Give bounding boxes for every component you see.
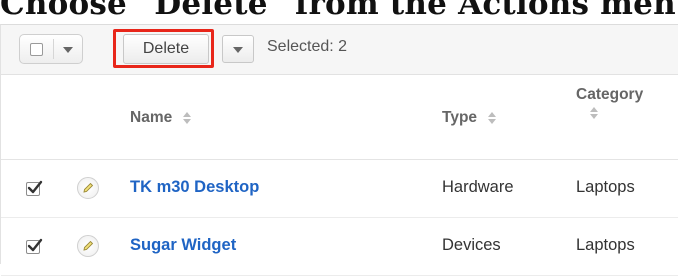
- table-row: TK m30 Desktop Hardware Laptops: [1, 160, 678, 218]
- table-row: Sugar Widget Devices Laptops: [1, 218, 678, 276]
- chevron-down-icon[interactable]: [63, 47, 73, 53]
- actions-toolbar: Delete Selected: 2: [1, 25, 678, 75]
- selected-count: Selected: 2: [267, 38, 348, 55]
- sort-icon[interactable]: [182, 111, 192, 124]
- chevron-down-icon: [233, 47, 243, 53]
- checkmark-icon: [27, 180, 43, 194]
- edit-pencil-icon[interactable]: [77, 177, 99, 199]
- sort-icon[interactable]: [589, 107, 599, 119]
- list-view-panel: Delete Selected: 2 Name Type Category TK…: [0, 24, 678, 276]
- column-header-type[interactable]: Type: [442, 109, 497, 127]
- column-label: Category: [576, 86, 644, 103]
- column-header-name[interactable]: Name: [130, 109, 192, 127]
- delete-button[interactable]: Delete: [123, 34, 209, 64]
- instruction-text: Choose "Delete" from the Actions menu.: [0, 0, 678, 22]
- record-name-link[interactable]: TK m30 Desktop: [130, 178, 259, 197]
- record-category: Laptops: [576, 178, 635, 196]
- row-checkbox[interactable]: [26, 180, 43, 196]
- select-all-checkbox[interactable]: [30, 43, 43, 56]
- row-checkbox[interactable]: [26, 238, 43, 254]
- column-header-category[interactable]: Category: [576, 85, 643, 119]
- divider: [53, 39, 54, 59]
- edit-pencil-icon[interactable]: [77, 235, 99, 257]
- record-category: Laptops: [576, 236, 635, 254]
- table-header: Name Type Category: [1, 75, 678, 160]
- record-type: Devices: [442, 236, 501, 254]
- mass-select-dropdown[interactable]: [19, 34, 83, 64]
- record-type: Hardware: [442, 178, 514, 196]
- actions-menu-toggle[interactable]: [222, 35, 254, 63]
- record-name-link[interactable]: Sugar Widget: [130, 236, 236, 255]
- sort-icon[interactable]: [487, 111, 497, 124]
- checkmark-icon: [27, 238, 43, 252]
- column-label: Type: [442, 109, 478, 126]
- column-label: Name: [130, 109, 173, 126]
